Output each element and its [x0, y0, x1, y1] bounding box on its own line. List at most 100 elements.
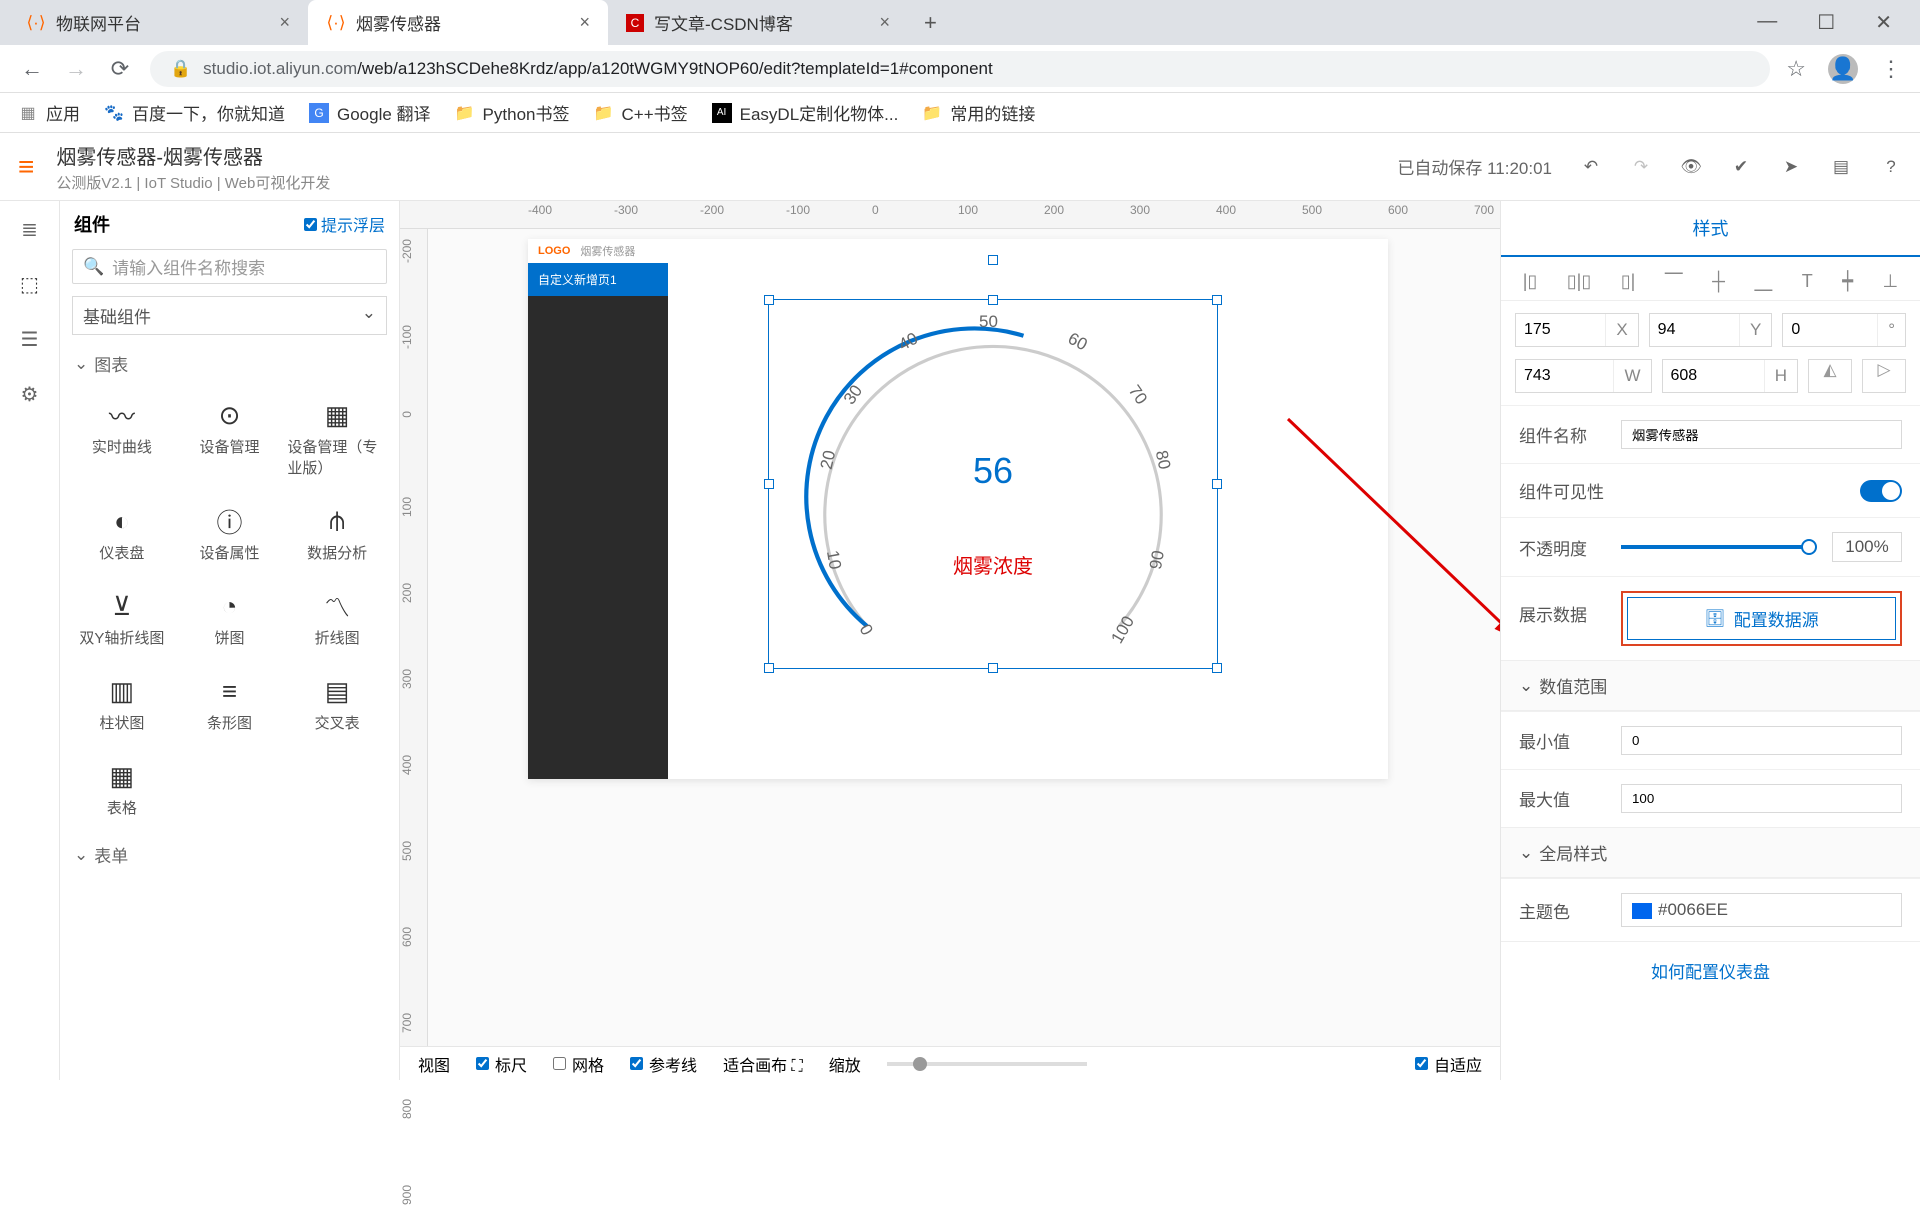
- widget-item[interactable]: ▥柱状图: [70, 666, 174, 743]
- maximize-icon[interactable]: ☐: [1817, 10, 1835, 35]
- align-bottom-icon[interactable]: ⎽: [1754, 271, 1772, 292]
- lock-icon: 🔒: [170, 59, 191, 79]
- fit-canvas[interactable]: 适合画布 ⛶: [723, 1052, 803, 1076]
- widget-item[interactable]: ▦表格: [70, 751, 174, 828]
- close-window-icon[interactable]: ✕: [1875, 10, 1892, 35]
- y-input[interactable]: [1650, 314, 1739, 346]
- tab-csdn[interactable]: C写文章-CSDN博客×: [608, 0, 908, 45]
- opacity-value[interactable]: 100%: [1832, 532, 1902, 562]
- pages-icon[interactable]: ☰: [21, 327, 39, 352]
- star-icon[interactable]: ☆: [1786, 56, 1806, 82]
- bookmark-baidu[interactable]: 🐾百度一下，你就知道: [104, 100, 285, 125]
- flip-h-icon[interactable]: ◭: [1808, 359, 1852, 393]
- widget-item[interactable]: ⊙设备管理: [178, 390, 282, 488]
- send-icon[interactable]: ➤: [1780, 156, 1802, 178]
- redo-icon[interactable]: ↷: [1630, 156, 1652, 178]
- grid-toggle[interactable]: 网格: [553, 1052, 604, 1076]
- visibility-toggle[interactable]: [1860, 480, 1902, 502]
- section-global[interactable]: ⌄全局样式: [1501, 827, 1920, 878]
- dist-top-icon[interactable]: T: [1802, 271, 1813, 292]
- widget-item[interactable]: 〽折线图: [285, 581, 389, 658]
- name-input[interactable]: [1621, 420, 1902, 449]
- widget-icon: ≡: [222, 676, 237, 706]
- align-center-icon[interactable]: ▯|▯: [1567, 271, 1592, 292]
- flip-v-icon[interactable]: ▷: [1862, 359, 1906, 393]
- tab-iot[interactable]: ⟨·⟩物联网平台×: [8, 0, 308, 45]
- widget-item[interactable]: ⫛数据分析: [285, 496, 389, 573]
- close-icon[interactable]: ×: [879, 12, 890, 33]
- section-range[interactable]: ⌄数值范围: [1501, 660, 1920, 711]
- widget-icon: ⊻: [112, 591, 131, 621]
- group-form[interactable]: ⌄表单: [60, 834, 399, 875]
- url-field[interactable]: 🔒 studio.iot.aliyun.com/web/a123hSCDehe8…: [150, 51, 1770, 87]
- widget-item[interactable]: ▦设备管理（专业版）: [285, 390, 389, 488]
- reload-icon[interactable]: ⟳: [106, 56, 134, 82]
- menu-toggle-icon[interactable]: ≡: [18, 151, 34, 183]
- widget-item[interactable]: ▤交叉表: [285, 666, 389, 743]
- align-right-icon[interactable]: ▯|: [1621, 271, 1636, 292]
- configure-datasource-button[interactable]: 🗄配置数据源: [1627, 597, 1896, 640]
- bookmark-python[interactable]: 📁Python书签: [455, 100, 570, 125]
- selection-box[interactable]: 56 烟雾浓度 0 10 20 30 40 50 60 70 80 90 100: [768, 299, 1218, 669]
- doc-icon[interactable]: ▤: [1830, 156, 1852, 178]
- settings-icon[interactable]: ⚙: [21, 382, 39, 407]
- back-icon[interactable]: ←: [18, 56, 46, 82]
- new-tab-button[interactable]: +: [908, 10, 953, 36]
- check-icon[interactable]: ✔: [1730, 156, 1752, 178]
- preview-icon[interactable]: 👁: [1680, 156, 1702, 178]
- search-input[interactable]: 🔍请输入组件名称搜索: [72, 249, 387, 284]
- components-icon[interactable]: ⬚: [20, 272, 39, 297]
- apps-button[interactable]: ▦应用: [18, 100, 80, 125]
- align-middle-icon[interactable]: ┼: [1712, 271, 1725, 292]
- profile-icon[interactable]: 👤: [1828, 54, 1858, 84]
- dist-mid-icon[interactable]: ┿: [1842, 271, 1853, 292]
- widget-label: 表格: [107, 797, 137, 818]
- widget-item[interactable]: ≡条形图: [178, 666, 282, 743]
- tab-smoke[interactable]: ⟨·⟩烟雾传感器×: [308, 0, 608, 45]
- widget-item[interactable]: ⓘ设备属性: [178, 496, 282, 573]
- help-icon[interactable]: ?: [1880, 156, 1902, 178]
- undo-icon[interactable]: ↶: [1580, 156, 1602, 178]
- min-input[interactable]: [1621, 726, 1902, 755]
- widget-item[interactable]: ⊻ 双Y轴折线图: [70, 581, 174, 658]
- page-sidebar: 自定义新增页1: [528, 263, 668, 779]
- forward-icon[interactable]: →: [62, 56, 90, 82]
- adapt-toggle[interactable]: 自适应: [1415, 1052, 1482, 1076]
- group-chart[interactable]: ⌄图表: [60, 343, 399, 384]
- layers-icon[interactable]: ≣: [21, 217, 38, 242]
- guide-toggle[interactable]: 参考线: [630, 1052, 697, 1076]
- nav-item[interactable]: 自定义新增页1: [528, 263, 668, 296]
- opacity-label: 不透明度: [1519, 535, 1609, 560]
- close-icon[interactable]: ×: [279, 12, 290, 33]
- widget-label: 双Y轴折线图: [79, 627, 164, 648]
- bookmark-easydl[interactable]: AIEasyDL定制化物体...: [712, 100, 899, 125]
- category-select[interactable]: 基础组件⌄: [72, 296, 387, 335]
- hint-toggle[interactable]: 提示浮层: [304, 212, 385, 236]
- help-link[interactable]: 如何配置仪表盘: [1501, 941, 1920, 999]
- tab-style[interactable]: 样式: [1501, 201, 1920, 257]
- align-left-icon[interactable]: |▯: [1523, 271, 1538, 292]
- tool-rail: ≣ ⬚ ☰ ⚙: [0, 201, 60, 1080]
- rot-input[interactable]: [1783, 314, 1877, 346]
- widget-item[interactable]: 〰实时曲线: [70, 390, 174, 488]
- ruler-toggle[interactable]: 标尺: [476, 1052, 527, 1076]
- w-input[interactable]: [1516, 360, 1613, 392]
- h-input[interactable]: [1663, 360, 1764, 392]
- opacity-slider[interactable]: [1621, 545, 1810, 549]
- x-input[interactable]: [1516, 314, 1605, 346]
- dist-bot-icon[interactable]: ⊥: [1883, 271, 1899, 292]
- bookmark-links[interactable]: 📁常用的链接: [922, 100, 1035, 125]
- bookmark-cpp[interactable]: 📁C++书签: [593, 100, 687, 125]
- page-subtitle: 公测版V2.1 | IoT Studio | Web可视化开发: [56, 172, 330, 193]
- close-icon[interactable]: ×: [579, 12, 590, 33]
- menu-icon[interactable]: ⋮: [1880, 56, 1902, 82]
- zoom-slider[interactable]: [887, 1062, 1087, 1066]
- minimize-icon[interactable]: —: [1757, 10, 1777, 35]
- widget-item[interactable]: ◔饼图: [178, 581, 282, 658]
- max-input[interactable]: [1621, 784, 1902, 813]
- theme-color-input[interactable]: #0066EE: [1621, 893, 1902, 927]
- bookmark-google[interactable]: GGoogle 翻译: [309, 100, 431, 125]
- canvas[interactable]: LOGO烟雾传感器 自定义新增页1 56: [428, 229, 1500, 1046]
- align-top-icon[interactable]: ⎺: [1665, 271, 1683, 292]
- widget-item[interactable]: ◐仪表盘: [70, 496, 174, 573]
